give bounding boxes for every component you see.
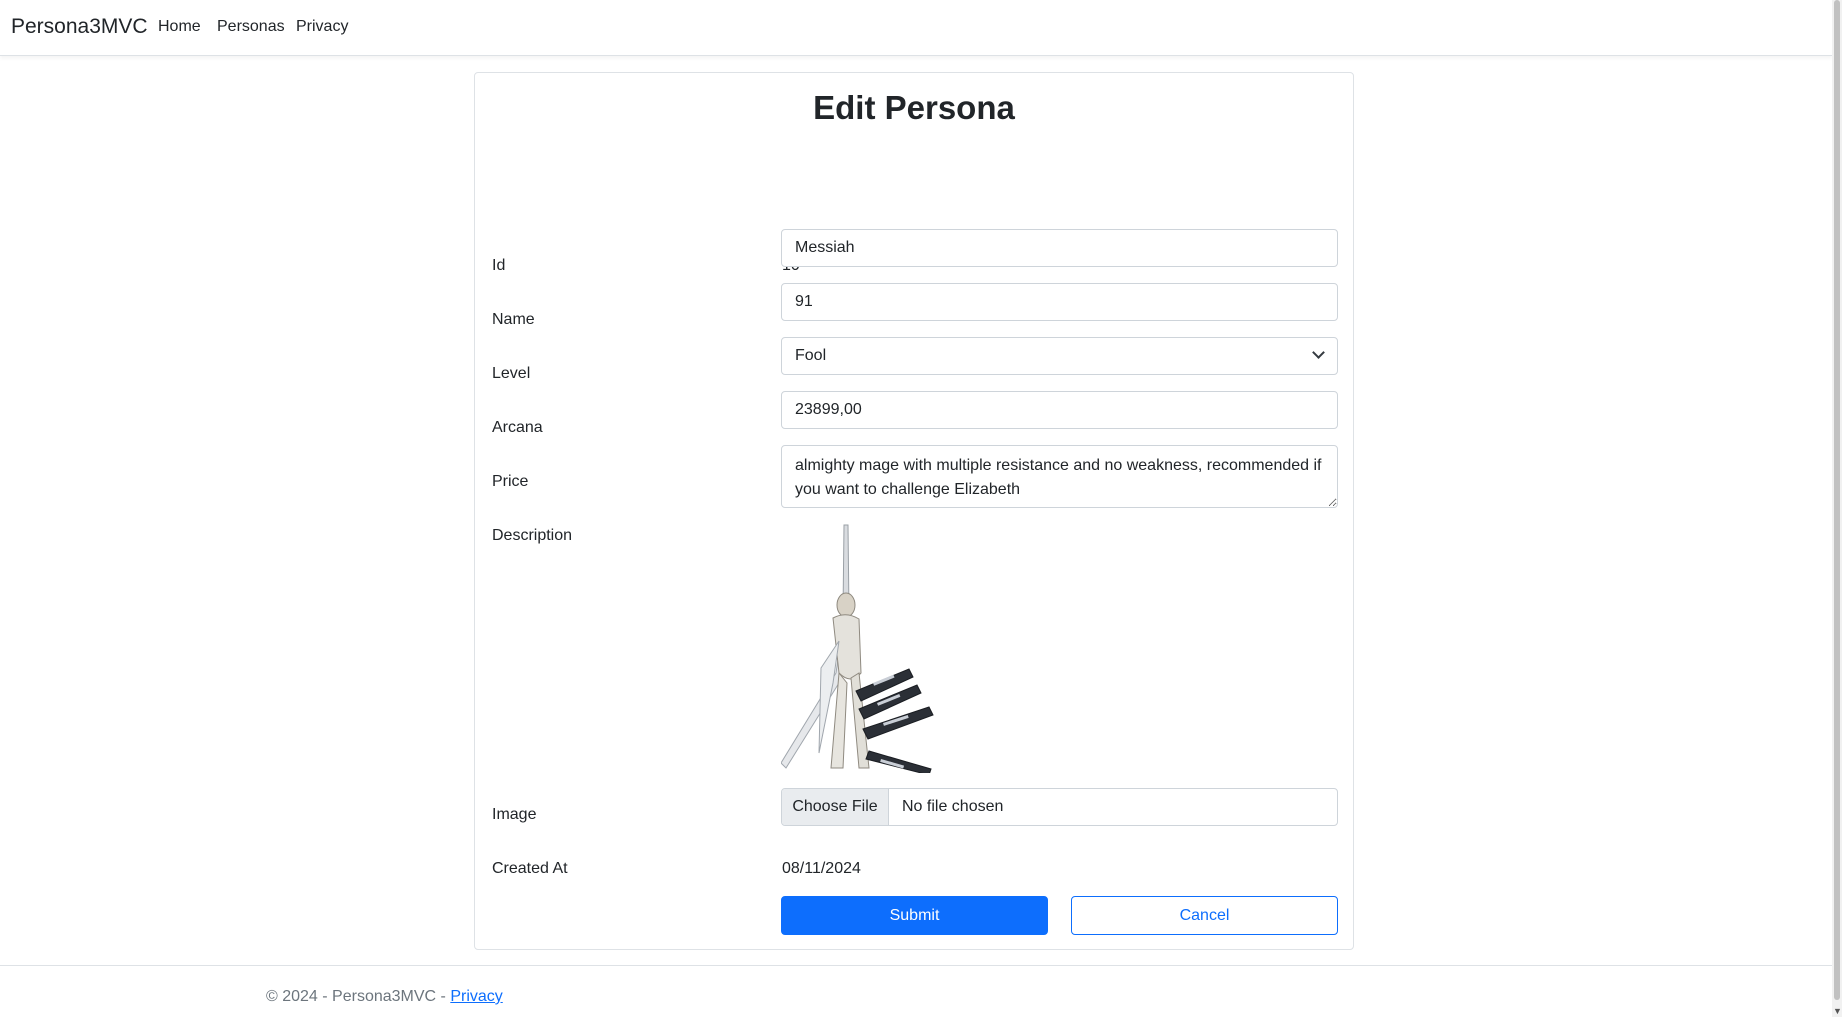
footer-privacy-link[interactable]: Privacy (450, 988, 502, 1005)
nav-link-privacy[interactable]: Privacy (296, 18, 348, 36)
vertical-scrollbar[interactable]: ▼ (1832, 0, 1842, 1017)
nav-link-home[interactable]: Home (158, 18, 201, 36)
submit-button[interactable]: Submit (781, 896, 1048, 935)
chevron-down-icon (1312, 346, 1325, 359)
arcana-selected-value: Fool (795, 347, 827, 364)
price-label: Price (492, 473, 529, 490)
image-file-input[interactable]: Choose File No file chosen (781, 788, 1338, 826)
arcana-select[interactable]: Fool (781, 337, 1338, 375)
scrollbar-thumb[interactable] (1834, 0, 1840, 1000)
footer-copyright: © 2024 - Persona3MVC - (266, 988, 451, 1005)
description-textarea[interactable]: almighty mage with multiple resistance a… (781, 445, 1338, 508)
file-status-text: No file chosen (902, 798, 1004, 815)
top-navbar: Persona3MVC Home Personas Privacy (0, 0, 1832, 56)
nav-link-personas[interactable]: Personas (217, 18, 285, 36)
created-at-value: 08/11/2024 (782, 860, 861, 877)
brand-link[interactable]: Persona3MVC (11, 15, 148, 39)
level-label: Level (492, 365, 531, 382)
arcana-label: Arcana (492, 419, 543, 436)
image-label: Image (492, 806, 537, 823)
choose-file-button[interactable]: Choose File (782, 789, 889, 825)
name-input[interactable] (781, 229, 1338, 267)
edit-persona-card: Edit Persona Id 10 Name Level Arcana Foo… (474, 72, 1354, 950)
created-at-label: Created At (492, 860, 568, 877)
name-label: Name (492, 311, 535, 328)
page-title: Edit Persona (813, 89, 1015, 126)
page-footer: © 2024 - Persona3MVC - Privacy (0, 965, 1832, 1017)
price-input[interactable] (781, 391, 1338, 429)
id-label: Id (492, 257, 506, 274)
description-label: Description (492, 527, 573, 544)
footer-text: © 2024 - Persona3MVC - Privacy (266, 988, 503, 1006)
cancel-button[interactable]: Cancel (1071, 896, 1338, 935)
scroll-down-icon[interactable]: ▼ (1833, 1006, 1842, 1016)
level-input[interactable] (781, 283, 1338, 321)
persona-image (781, 524, 934, 773)
